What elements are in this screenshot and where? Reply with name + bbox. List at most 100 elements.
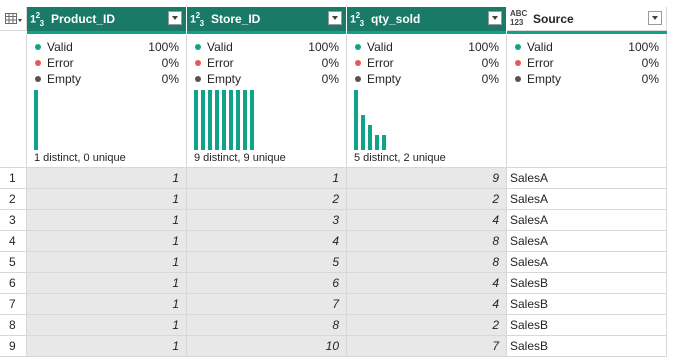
row-number[interactable]: 5 <box>0 252 27 273</box>
table-row[interactable]: 3 1 3 4 SalesA <box>0 210 675 231</box>
table-cell[interactable]: 1 <box>27 189 187 210</box>
table-cell[interactable]: 1 <box>27 315 187 336</box>
empty-stat: Empty 0% <box>34 72 179 86</box>
table-cell[interactable]: 4 <box>187 231 347 252</box>
table-cell[interactable]: 1 <box>27 336 187 357</box>
table-cell[interactable]: SalesA <box>507 168 667 189</box>
histogram-bar[interactable] <box>243 90 247 150</box>
table-cell[interactable]: 1 <box>27 273 187 294</box>
histogram-bar[interactable] <box>368 125 372 150</box>
histogram-bar[interactable] <box>194 90 198 150</box>
table-cell[interactable]: SalesA <box>507 252 667 273</box>
table-cell[interactable]: 8 <box>347 252 507 273</box>
error-stat: Error 0% <box>34 56 179 70</box>
row-number[interactable]: 7 <box>0 294 27 315</box>
row-number[interactable]: 1 <box>0 168 27 189</box>
table-row[interactable]: 5 1 5 8 SalesA <box>0 252 675 273</box>
whole-number-type-icon[interactable]: 123 <box>190 11 204 28</box>
chevron-down-icon[interactable] <box>168 11 182 25</box>
table-cell[interactable]: 1 <box>27 210 187 231</box>
column-profile: Valid 100% Error 0% Empty 0% 5 distinct, 2 … <box>347 34 507 168</box>
row-number[interactable]: 3 <box>0 210 27 231</box>
table-cell[interactable]: SalesB <box>507 315 667 336</box>
row-number[interactable]: 6 <box>0 273 27 294</box>
table-row[interactable]: 4 1 4 8 SalesA <box>0 231 675 252</box>
column-profile: Valid 100% Error 0% Empty 0% 9 distinct, 9 … <box>187 34 347 168</box>
row-number[interactable]: 8 <box>0 315 27 336</box>
column-header-store-id[interactable]: 123 Store_ID <box>187 7 347 31</box>
column-header-product-id[interactable]: 123 Product_ID <box>27 7 187 31</box>
table-cell[interactable]: 7 <box>347 336 507 357</box>
histogram-bar[interactable] <box>354 90 358 150</box>
histogram-bar[interactable] <box>250 90 254 150</box>
error-stat: Error 0% <box>194 56 339 70</box>
whole-number-type-icon[interactable]: 123 <box>30 11 44 28</box>
empty-dot-icon <box>35 76 41 82</box>
table-cell[interactable]: 2 <box>347 315 507 336</box>
column-profile: Valid 100% Error 0% Empty 0% <box>507 34 667 168</box>
value-distribution-histogram[interactable] <box>194 90 257 150</box>
table-cell[interactable]: SalesB <box>507 273 667 294</box>
histogram-bar[interactable] <box>34 90 38 150</box>
valid-dot-icon <box>355 44 361 50</box>
table-cell[interactable]: 7 <box>187 294 347 315</box>
table-row[interactable]: 8 1 8 2 SalesB <box>0 315 675 336</box>
table-cell[interactable]: 2 <box>347 189 507 210</box>
table-cell[interactable]: SalesA <box>507 210 667 231</box>
histogram-bar[interactable] <box>201 90 205 150</box>
value-distribution-histogram[interactable] <box>34 90 41 150</box>
table-cell[interactable]: 9 <box>347 168 507 189</box>
table-row[interactable]: 2 1 2 2 SalesA <box>0 189 675 210</box>
chevron-down-icon[interactable] <box>488 11 502 25</box>
row-number[interactable]: 9 <box>0 336 27 357</box>
table-cell[interactable]: 6 <box>187 273 347 294</box>
valid-dot-icon <box>35 44 41 50</box>
table-cell[interactable]: SalesA <box>507 189 667 210</box>
table-cell[interactable]: 3 <box>187 210 347 231</box>
empty-stat: Empty 0% <box>514 72 659 86</box>
chevron-down-icon[interactable] <box>328 11 342 25</box>
table-row[interactable]: 6 1 6 4 SalesB <box>0 273 675 294</box>
table-menu-button[interactable] <box>0 7 27 31</box>
column-header-row: 123 Product_ID 123 Store_ID 123 qty_sold… <box>0 7 675 31</box>
row-number[interactable]: 2 <box>0 189 27 210</box>
table-cell[interactable]: 8 <box>347 231 507 252</box>
table-cell[interactable]: SalesA <box>507 231 667 252</box>
column-name: Store_ID <box>211 12 261 26</box>
table-cell[interactable]: 10 <box>187 336 347 357</box>
histogram-bar[interactable] <box>208 90 212 150</box>
table-cell[interactable]: SalesB <box>507 294 667 315</box>
table-cell[interactable]: SalesB <box>507 336 667 357</box>
table-cell[interactable]: 2 <box>187 189 347 210</box>
table-cell[interactable]: 1 <box>27 252 187 273</box>
table-cell[interactable]: 1 <box>27 168 187 189</box>
table-cell[interactable]: 5 <box>187 252 347 273</box>
whole-number-type-icon[interactable]: 123 <box>350 11 364 28</box>
error-stat: Error 0% <box>514 56 659 70</box>
table-cell[interactable]: 4 <box>347 294 507 315</box>
table-cell[interactable]: 4 <box>347 273 507 294</box>
histogram-bar[interactable] <box>375 135 379 150</box>
histogram-bar[interactable] <box>382 135 386 150</box>
histogram-bar[interactable] <box>361 115 365 150</box>
table-row[interactable]: 1 1 1 9 SalesA <box>0 168 675 189</box>
table-cell[interactable]: 1 <box>187 168 347 189</box>
row-number[interactable]: 4 <box>0 231 27 252</box>
table-cell[interactable]: 8 <box>187 315 347 336</box>
table-cell[interactable]: 1 <box>27 231 187 252</box>
distinct-count: 9 distinct, 9 unique <box>194 152 286 164</box>
column-name: Source <box>533 12 574 26</box>
chevron-down-icon[interactable] <box>648 11 662 25</box>
histogram-bar[interactable] <box>229 90 233 150</box>
table-cell[interactable]: 4 <box>347 210 507 231</box>
value-distribution-histogram[interactable] <box>354 90 389 150</box>
column-header-qty-sold[interactable]: 123 qty_sold <box>347 7 507 31</box>
table-row[interactable]: 7 1 7 4 SalesB <box>0 294 675 315</box>
table-row[interactable]: 9 1 10 7 SalesB <box>0 336 675 357</box>
column-header-source[interactable]: ABC 123 Source <box>507 7 667 31</box>
histogram-bar[interactable] <box>215 90 219 150</box>
histogram-bar[interactable] <box>236 90 240 150</box>
any-type-icon[interactable]: ABC 123 <box>510 9 527 27</box>
table-cell[interactable]: 1 <box>27 294 187 315</box>
histogram-bar[interactable] <box>222 90 226 150</box>
